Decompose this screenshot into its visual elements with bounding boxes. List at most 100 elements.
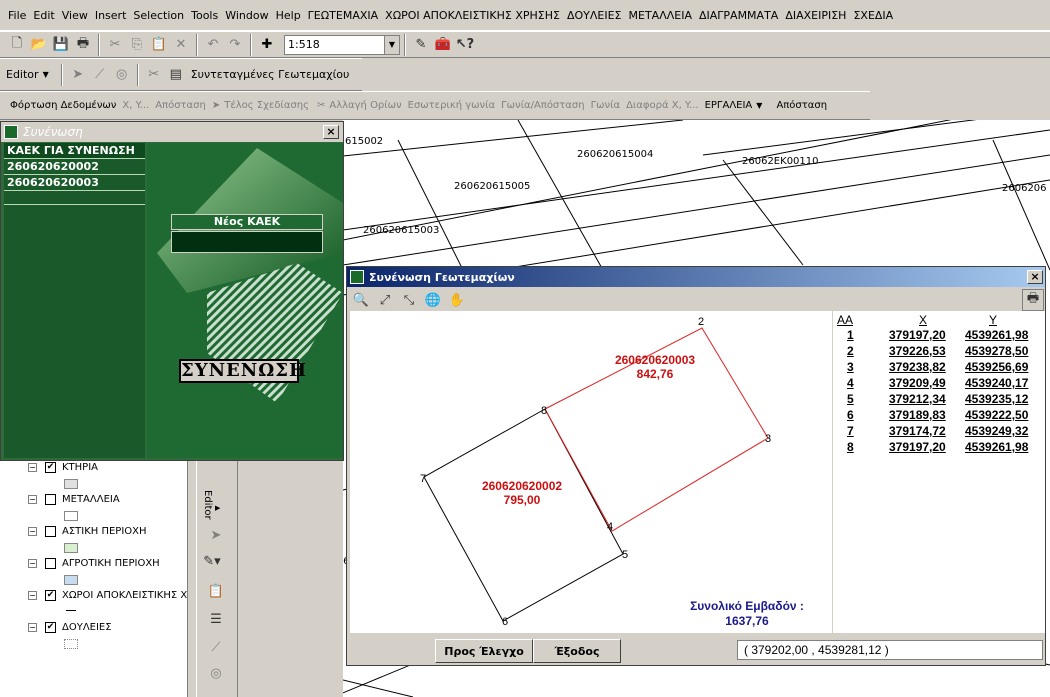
scale-combo[interactable]: 1:518 ▼ xyxy=(284,34,400,55)
menu-item[interactable]: ΔΟΥΛΕΙΕΣ xyxy=(567,9,622,22)
add-data-icon[interactable]: ✚ xyxy=(256,34,278,56)
diff-xy-button[interactable]: Διαφορά X, Y... xyxy=(626,100,698,111)
clipboard-icon[interactable]: 📋 xyxy=(205,580,227,602)
xy-button[interactable]: X, Y... xyxy=(122,100,149,111)
collapse-icon[interactable]: − xyxy=(28,591,37,600)
menu-item[interactable]: Edit xyxy=(33,9,54,22)
menu-item[interactable]: ΣΧΕΔΙΑ xyxy=(853,9,893,22)
check-button[interactable]: Προς Έλεγχο xyxy=(435,639,533,663)
kaek-list-item[interactable]: 260620620003 xyxy=(4,175,145,191)
editor-label[interactable]: Editor xyxy=(202,490,213,520)
circle-tool-icon[interactable]: ◎ xyxy=(111,64,133,86)
change-bounds-icon[interactable]: ✂ xyxy=(317,100,325,111)
menu-item[interactable]: Tools xyxy=(191,9,218,22)
change-bounds-button[interactable]: Αλλαγή Ορίων xyxy=(329,100,401,111)
layer-symbol xyxy=(64,543,78,553)
parcel-plot[interactable]: 2 3 4 5 6 7 8 260620620003 842,76 260620… xyxy=(350,311,832,633)
globe-icon[interactable]: 🌐 xyxy=(422,289,444,311)
paste-icon[interactable]: 📋 xyxy=(148,34,170,56)
menu-item[interactable]: ΔΙΑΧΕΙΡΙΣΗ xyxy=(785,9,846,22)
tools-menu[interactable]: ΕΡΓΑΛΕΙΑ xyxy=(705,100,753,111)
inner-angle-button[interactable]: Εσωτερική γωνία xyxy=(408,100,495,111)
parcel-a-area: 842,76 xyxy=(636,367,674,381)
parcel-coords-button[interactable]: Συντεταγμένες Γεωτεμαχίου xyxy=(191,68,350,81)
chevron-right-icon[interactable]: ▶ xyxy=(215,504,220,512)
chevron-down-icon[interactable]: ▼ xyxy=(384,35,399,54)
kaek-list-item[interactable] xyxy=(4,191,145,205)
menu-item[interactable]: ΜΕΤΑΛΛΕΙΑ xyxy=(629,9,692,22)
kaek-list-item[interactable]: 260620620002 xyxy=(4,159,145,175)
toc-layer[interactable]: − ✔ ΧΩΡΟΙ ΑΠΟΚΛΕΙΣΤΙΚΗΣ Χ xyxy=(28,590,187,601)
split-tool-icon[interactable]: ✂ xyxy=(143,64,165,86)
menu-item[interactable]: Selection xyxy=(133,9,184,22)
kaek-list-header: ΚΑΕΚ ΓΙΑ ΣΥΝΕΝΩΣΗ xyxy=(4,143,145,159)
toc-layer[interactable]: − ✔ ΚΤΗΡΙΑ xyxy=(28,462,98,473)
copy-icon[interactable]: ⎘ xyxy=(126,34,148,56)
zoom-out-icon[interactable]: ⤡ xyxy=(398,289,420,311)
close-icon[interactable]: × xyxy=(1027,270,1043,284)
delete-icon[interactable]: ✕ xyxy=(170,34,192,56)
load-data-button[interactable]: Φόρτωση Δεδομένων xyxy=(10,100,116,111)
layer-checkbox[interactable] xyxy=(45,558,56,569)
menu-item[interactable]: ΔΙΑΓΡΑΜΜΑΤΑ xyxy=(699,9,778,22)
menu-item[interactable]: Window xyxy=(225,9,268,22)
cursor-icon[interactable]: ➤ xyxy=(212,100,220,111)
editor-menu[interactable]: Editor xyxy=(6,68,39,81)
menu-item[interactable]: Insert xyxy=(95,9,127,22)
kaek-list[interactable]: ΚΑΕΚ ΓΙΑ ΣΥΝΕΝΩΣΗ 260620620002 260620620… xyxy=(4,143,145,458)
layer-checkbox[interactable]: ✔ xyxy=(45,622,56,633)
collapse-icon[interactable]: − xyxy=(28,463,37,472)
attributes-icon[interactable]: ☰ xyxy=(205,608,227,630)
end-sketch-button[interactable]: Τέλος Σχεδίασης xyxy=(224,100,309,111)
circle-tool-icon[interactable]: ◎ xyxy=(205,662,227,684)
arctoolbox-icon[interactable]: 🧰 xyxy=(432,34,454,56)
sketch-pencil-icon[interactable]: ✎▾ xyxy=(201,550,223,572)
sketch-tool-icon[interactable]: ⟋ xyxy=(89,64,111,86)
collapse-icon[interactable]: − xyxy=(28,495,37,504)
menu-item[interactable]: ΓΕΩΤΕΜΑΧΙΑ xyxy=(308,9,378,22)
menu-item[interactable]: Help xyxy=(276,9,301,22)
undo-icon[interactable]: ↶ xyxy=(202,34,224,56)
redo-icon[interactable]: ↷ xyxy=(224,34,246,56)
edit-tool-icon[interactable]: ➤ xyxy=(205,524,227,546)
chevron-down-icon[interactable]: ▼ xyxy=(756,101,762,110)
angle-button[interactable]: Γωνία xyxy=(591,100,621,111)
collapse-icon[interactable]: − xyxy=(28,559,37,568)
whats-this-icon[interactable]: ↖? xyxy=(454,34,476,56)
editor-toolbar-icon[interactable]: ✎ xyxy=(410,34,432,56)
exit-button[interactable]: Έξοδος xyxy=(533,639,621,663)
merge-button[interactable]: ΣΥΝΕΝΩΣΗ xyxy=(179,359,306,383)
toc-layer[interactable]: − ✔ ΔΟΥΛΕΙΕΣ xyxy=(28,622,112,633)
save-icon[interactable]: 💾 xyxy=(50,34,72,56)
distance-button-2[interactable]: Απόσταση xyxy=(776,100,827,111)
toc-layer[interactable]: − ΑΓΡΟΤΙΚΗ ΠΕΡΙΟΧΗ xyxy=(28,558,160,569)
layer-checkbox[interactable] xyxy=(45,494,56,505)
table-icon[interactable]: ▤ xyxy=(165,64,187,86)
distance-button[interactable]: Απόσταση xyxy=(155,100,206,111)
layer-checkbox[interactable] xyxy=(45,526,56,537)
sketch-line-icon[interactable]: ⟋ xyxy=(205,636,227,658)
toc-layer[interactable]: − ΑΣΤΙΚΗ ΠΕΡΙΟΧΗ xyxy=(28,526,147,537)
chevron-down-icon[interactable]: ▼ xyxy=(43,70,49,79)
open-icon[interactable]: 📂 xyxy=(28,34,50,56)
menu-item[interactable]: View xyxy=(62,9,88,22)
menu-item[interactable]: File xyxy=(8,9,26,22)
print-icon[interactable]: 🖶 xyxy=(72,34,94,56)
zoom-in-icon[interactable]: 🔍 xyxy=(350,289,372,311)
angle-distance-button[interactable]: Γωνία/Απόσταση xyxy=(501,100,584,111)
new-icon[interactable]: 🗋 xyxy=(6,34,28,56)
menu-item[interactable]: ΧΩΡΟΙ ΑΠΟΚΛΕΙΣΤΙΚΗΣ ΧΡΗΣΗΣ xyxy=(385,9,560,22)
cut-icon[interactable]: ✂ xyxy=(104,34,126,56)
layer-checkbox[interactable]: ✔ xyxy=(45,462,56,473)
close-icon[interactable]: × xyxy=(323,125,339,139)
toc-layer[interactable]: − ΜΕΤΑΛΛΕΙΑ xyxy=(28,494,120,505)
layer-checkbox[interactable]: ✔ xyxy=(45,590,56,601)
collapse-icon[interactable]: − xyxy=(28,527,37,536)
print-icon[interactable]: 🖶 xyxy=(1022,289,1044,311)
edit-tool-icon[interactable]: ➤ xyxy=(67,64,89,86)
collapse-icon[interactable]: − xyxy=(28,623,37,632)
new-kaek-input[interactable] xyxy=(171,231,323,253)
coords-cell: 4539240,17 xyxy=(965,376,1029,390)
full-extent-icon[interactable]: ⤢ xyxy=(374,289,396,311)
pan-hand-icon[interactable]: ✋ xyxy=(446,289,468,311)
